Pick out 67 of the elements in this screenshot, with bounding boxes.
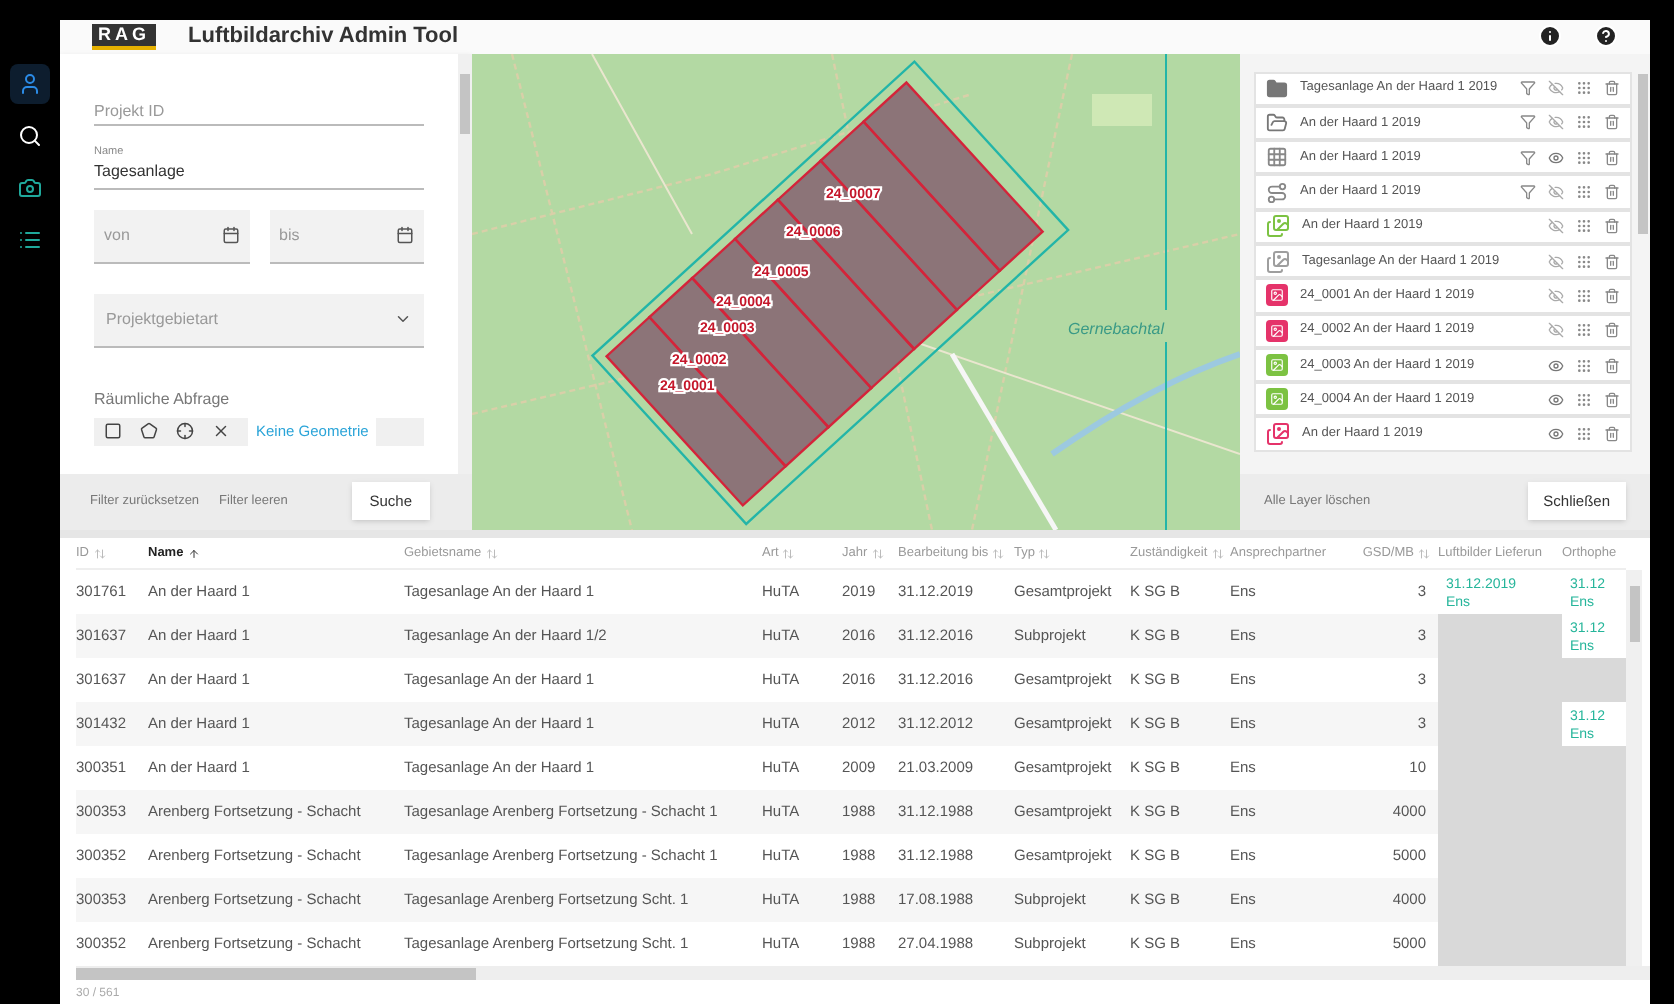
place-label: Gernebachtal bbox=[1068, 319, 1165, 337]
polygon-tool-icon[interactable] bbox=[140, 422, 158, 441]
help-icon[interactable] bbox=[1594, 24, 1618, 49]
sort-ascending-icon[interactable] bbox=[187, 547, 200, 559]
spatial-query-label: Räumliche Abfrage bbox=[94, 387, 232, 412]
delete-icon[interactable] bbox=[1604, 80, 1620, 97]
close-icon[interactable] bbox=[212, 422, 230, 441]
sort-icon[interactable] bbox=[1211, 547, 1224, 559]
folder-icon bbox=[1266, 77, 1288, 100]
filter-icon[interactable] bbox=[1520, 149, 1536, 166]
eye-icon[interactable] bbox=[1548, 391, 1564, 408]
filter-icon[interactable] bbox=[1520, 184, 1536, 201]
drag-handle-icon[interactable] bbox=[1576, 426, 1592, 443]
sort-icon[interactable] bbox=[1418, 547, 1430, 559]
route-icon bbox=[1266, 181, 1288, 204]
drag-handle-icon[interactable] bbox=[1576, 184, 1592, 201]
eye-off-icon[interactable] bbox=[1548, 80, 1564, 97]
sort-icon[interactable] bbox=[93, 547, 105, 559]
delete-icon[interactable] bbox=[1604, 287, 1620, 304]
filter-icon[interactable] bbox=[1520, 114, 1536, 131]
sort-icon[interactable] bbox=[992, 547, 1005, 559]
delete-icon[interactable] bbox=[1604, 322, 1620, 339]
rectangle-tool-icon[interactable] bbox=[104, 422, 122, 441]
point-tool-icon[interactable] bbox=[176, 422, 194, 441]
drag-handle-icon[interactable] bbox=[1576, 149, 1592, 166]
delete-icon[interactable] bbox=[1604, 149, 1620, 166]
eye-icon[interactable] bbox=[1548, 149, 1564, 166]
drag-handle-icon[interactable] bbox=[1576, 114, 1592, 131]
scrollbar[interactable] bbox=[458, 53, 472, 473]
delete-icon[interactable] bbox=[1604, 253, 1620, 270]
horizontal-scrollbar[interactable] bbox=[76, 966, 1650, 980]
eye-off-icon[interactable] bbox=[1548, 114, 1564, 131]
project-id-field[interactable]: Projekt ID bbox=[94, 97, 424, 125]
drag-handle-icon[interactable] bbox=[1576, 80, 1592, 97]
delete-icon[interactable] bbox=[1604, 114, 1620, 131]
drag-handle-icon[interactable] bbox=[1576, 322, 1592, 339]
eye-icon[interactable] bbox=[1548, 357, 1564, 374]
delete-icon[interactable] bbox=[1604, 357, 1620, 374]
drag-handle-icon[interactable] bbox=[1576, 357, 1592, 374]
eye-off-icon[interactable] bbox=[1548, 184, 1564, 201]
delete-icon[interactable] bbox=[1604, 391, 1620, 408]
info-icon[interactable] bbox=[1538, 24, 1562, 49]
user-nav-icon[interactable] bbox=[10, 64, 50, 104]
drag-handle-icon[interactable] bbox=[1576, 218, 1592, 235]
eye-off-icon[interactable] bbox=[1548, 253, 1564, 270]
sort-icon[interactable] bbox=[485, 547, 498, 559]
delete-icon[interactable] bbox=[1604, 184, 1620, 201]
sort-icon[interactable] bbox=[1038, 547, 1051, 559]
grid-icon bbox=[1266, 146, 1288, 169]
eye-off-icon[interactable] bbox=[1548, 218, 1564, 235]
filter-icon[interactable] bbox=[1520, 80, 1536, 97]
logo: RAG bbox=[92, 23, 156, 50]
drag-handle-icon[interactable] bbox=[1576, 391, 1592, 408]
scrollbar[interactable] bbox=[1626, 570, 1642, 966]
calendar-icon bbox=[221, 226, 239, 245]
app-title: Luftbildarchiv Admin Tool bbox=[188, 22, 459, 52]
sort-icon[interactable] bbox=[871, 547, 884, 559]
sort-icon[interactable] bbox=[782, 547, 795, 559]
eye-off-icon[interactable] bbox=[1548, 287, 1564, 304]
delete-icon[interactable] bbox=[1604, 426, 1620, 443]
drag-handle-icon[interactable] bbox=[1576, 253, 1592, 270]
calendar-icon bbox=[396, 226, 414, 245]
eye-off-icon[interactable] bbox=[1548, 322, 1564, 339]
eye-icon[interactable] bbox=[1548, 426, 1564, 443]
delete-icon[interactable] bbox=[1604, 218, 1620, 235]
drag-handle-icon[interactable] bbox=[1576, 287, 1592, 304]
folder-icon bbox=[1266, 111, 1288, 134]
